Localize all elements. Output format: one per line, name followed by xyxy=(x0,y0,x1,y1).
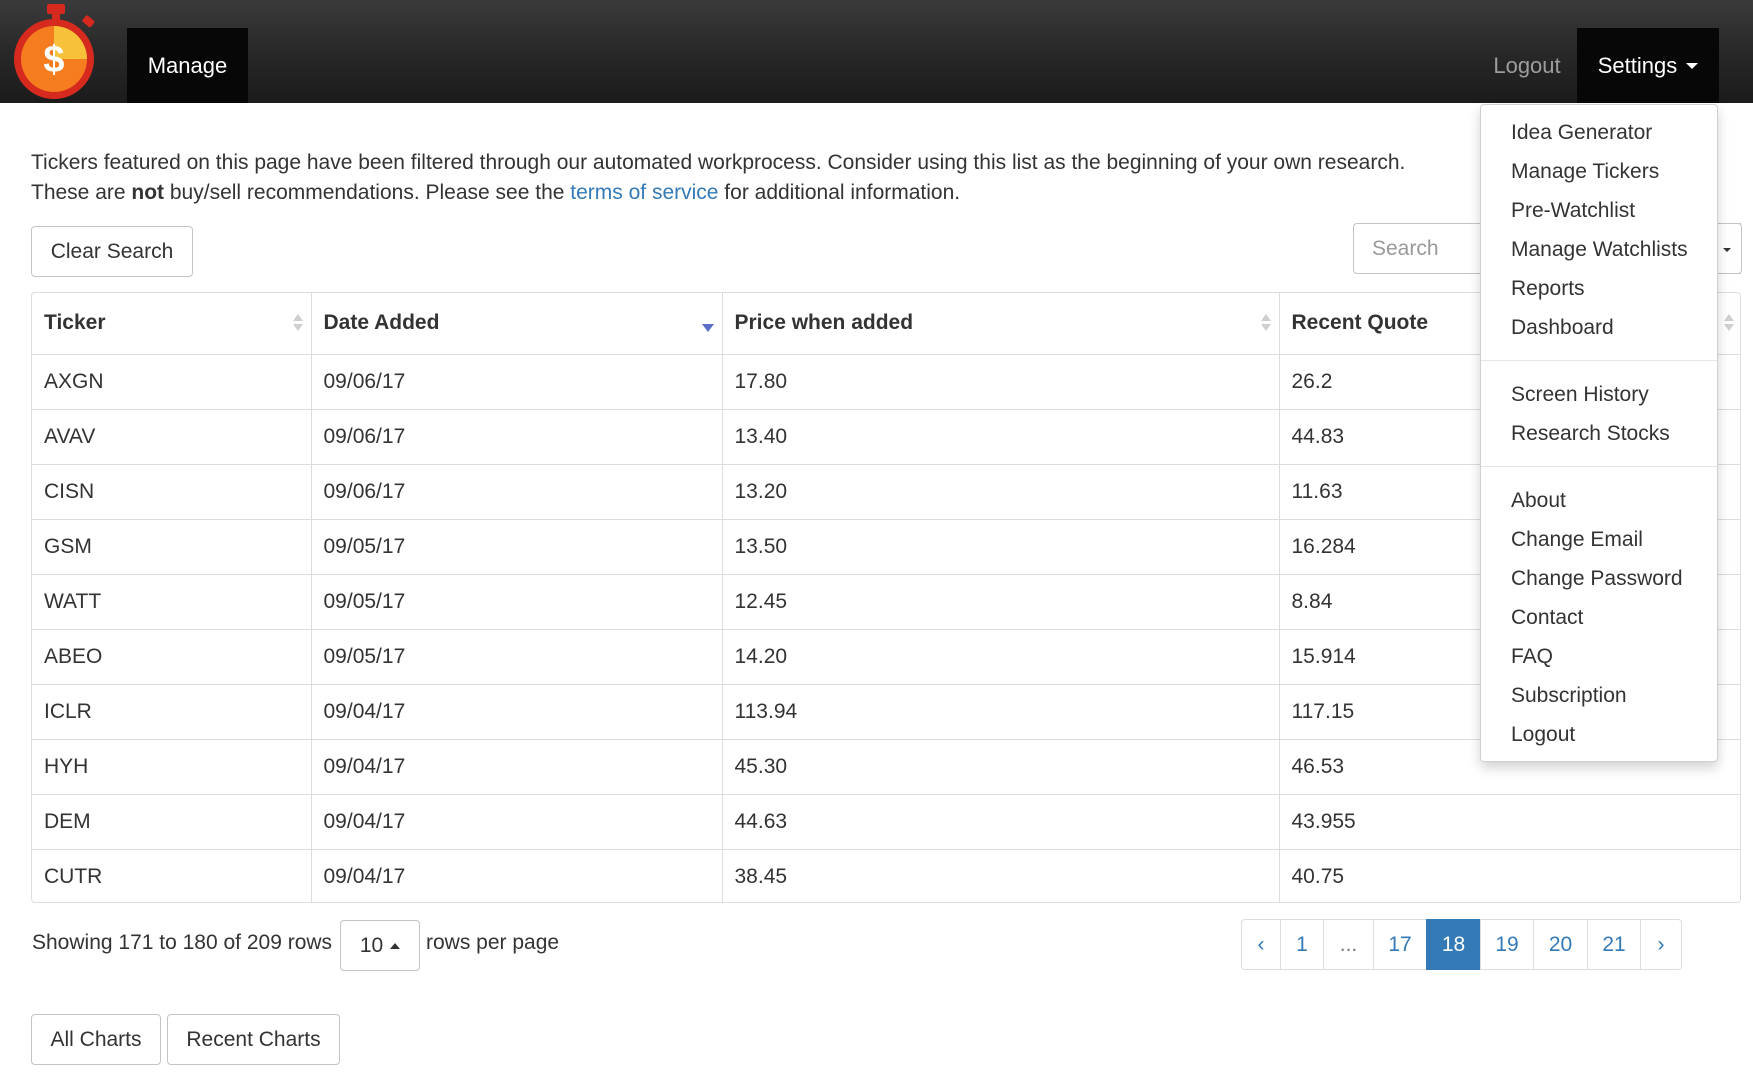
menu-item-screen-history[interactable]: Screen History xyxy=(1481,375,1717,414)
menu-item-contact[interactable]: Contact xyxy=(1481,598,1717,637)
pagination-page-19[interactable]: 19 xyxy=(1479,919,1535,970)
cell-ticker: GSM xyxy=(32,519,312,575)
all-charts-button[interactable]: All Charts xyxy=(31,1014,161,1065)
cell-recent-quote: 40.75 xyxy=(1291,864,1345,888)
pagination-prev-button[interactable]: ‹ xyxy=(1241,919,1281,970)
table-row: CUTR 09/04/17 38.45 40.75 xyxy=(32,849,1740,902)
intro-line-1: Tickers featured on this page have been … xyxy=(31,151,1406,174)
cell-price-when-added: 13.20 xyxy=(722,464,1280,520)
cell-price-when-added: 13.50 xyxy=(722,519,1280,575)
page-size-value: 10 xyxy=(359,933,384,957)
intro-disclaimer: Tickers featured on this page have been … xyxy=(31,148,1471,208)
page-size-dropdown[interactable]: 10 xyxy=(340,920,420,971)
cell-ticker: AXGN xyxy=(32,354,312,410)
sort-icon xyxy=(1260,314,1271,334)
pagination-next-button[interactable]: › xyxy=(1640,919,1682,970)
terms-of-service-link[interactable]: terms of service xyxy=(570,181,718,204)
cell-ticker: CUTR xyxy=(32,849,312,902)
stopwatch-dollar-logo-icon[interactable]: $ xyxy=(11,2,103,100)
sort-icon xyxy=(292,314,303,334)
cell-ticker: AVAV xyxy=(32,409,312,465)
nav-settings-label: Settings xyxy=(1597,52,1678,78)
rows-per-page-label: rows per page xyxy=(426,931,560,954)
cell-ticker: CISN xyxy=(32,464,312,520)
menu-item-logout[interactable]: Logout xyxy=(1481,715,1717,754)
menu-item-dashboard[interactable]: Dashboard xyxy=(1481,308,1717,347)
pagination-page-18[interactable]: 18 xyxy=(1426,919,1481,970)
column-header-price-when-added[interactable]: Price when added xyxy=(722,293,1280,355)
table-row: DEM 09/04/17 44.63 43.955 xyxy=(32,794,1740,850)
caret-up-icon xyxy=(390,942,401,949)
column-header-date-added[interactable]: Date Added xyxy=(311,293,723,355)
cell-date-added: 09/06/17 xyxy=(311,354,723,410)
intro-emphasis: not xyxy=(131,181,165,204)
cell-date-added: 09/05/17 xyxy=(311,629,723,685)
cell-date-added: 09/04/17 xyxy=(311,684,723,740)
sort-descending-icon xyxy=(701,324,714,332)
cell-ticker: HYH xyxy=(32,739,312,795)
cell-date-added: 09/06/17 xyxy=(311,409,723,465)
cell-date-added: 09/06/17 xyxy=(311,464,723,520)
nav-settings-dropdown-toggle[interactable]: Settings xyxy=(1577,28,1719,103)
cell-price-when-added: 44.63 xyxy=(722,794,1280,850)
menu-item-reports[interactable]: Reports xyxy=(1481,269,1717,308)
cell-date-added: 09/04/17 xyxy=(311,794,723,850)
cell-price-when-added: 113.94 xyxy=(722,684,1280,740)
menu-item-change-email[interactable]: Change Email xyxy=(1481,520,1717,559)
caret-down-icon xyxy=(1686,62,1699,69)
menu-item-manage-tickers[interactable]: Manage Tickers xyxy=(1481,152,1717,191)
cell-date-added: 09/04/17 xyxy=(311,739,723,795)
top-navbar: $ Manage Logout Settings xyxy=(0,0,1753,103)
menu-item-research-stocks[interactable]: Research Stocks xyxy=(1481,414,1717,453)
menu-item-change-password[interactable]: Change Password xyxy=(1481,559,1717,598)
menu-item-manage-watchlists[interactable]: Manage Watchlists xyxy=(1481,230,1717,269)
column-header-ticker[interactable]: Ticker xyxy=(32,293,312,355)
menu-item-idea-generator[interactable]: Idea Generator xyxy=(1481,113,1717,152)
menu-divider xyxy=(1481,360,1717,361)
logo-dollar-symbol: $ xyxy=(43,39,64,81)
menu-item-about[interactable]: About xyxy=(1481,481,1717,520)
menu-divider xyxy=(1481,466,1717,467)
clear-search-button[interactable]: Clear Search xyxy=(31,226,193,277)
pagination-info: Showing 171 to 180 of 209 rows xyxy=(32,931,333,954)
cell-date-added: 09/05/17 xyxy=(311,574,723,630)
pagination: ‹ 1... 17 18 19 20 21 › xyxy=(1241,919,1682,970)
settings-dropdown-menu: Idea Generator Manage Tickers Pre-Watchlis… xyxy=(1480,104,1718,762)
cell-ticker: ABEO xyxy=(32,629,312,685)
pagination-page-1[interactable]: 1 xyxy=(1279,919,1325,970)
cell-date-added: 09/05/17 xyxy=(311,519,723,575)
nav-logout-label: Logout xyxy=(1493,52,1561,78)
cell-ticker: ICLR xyxy=(32,684,312,740)
columns-toggle-button[interactable] xyxy=(1720,223,1742,274)
cell-price-when-added: 13.40 xyxy=(722,409,1280,465)
cell-price-when-added: 17.80 xyxy=(722,354,1280,410)
cell-ticker: DEM xyxy=(32,794,312,850)
menu-item-pre-watchlist[interactable]: Pre-Watchlist xyxy=(1481,191,1717,230)
cell-price-when-added: 38.45 xyxy=(722,849,1280,902)
pagination-page-17[interactable]: 17 xyxy=(1372,919,1428,970)
menu-item-subscription[interactable]: Subscription xyxy=(1481,676,1717,715)
cell-price-when-added: 14.20 xyxy=(722,629,1280,685)
pagination-ellipsis[interactable]: ... xyxy=(1323,919,1374,970)
cell-ticker: WATT xyxy=(32,574,312,630)
nav-manage-link[interactable]: Manage xyxy=(127,28,248,103)
nav-logout-link[interactable]: Logout xyxy=(1477,28,1577,103)
nav-manage-label: Manage xyxy=(147,52,228,78)
pagination-page-21[interactable]: 21 xyxy=(1586,919,1642,970)
cell-date-added: 09/04/17 xyxy=(311,849,723,902)
cell-price-when-added: 12.45 xyxy=(722,574,1280,630)
cell-price-when-added: 45.30 xyxy=(722,739,1280,795)
recent-charts-button[interactable]: Recent Charts xyxy=(167,1014,340,1065)
menu-item-faq[interactable]: FAQ xyxy=(1481,637,1717,676)
pagination-page-20[interactable]: 20 xyxy=(1533,919,1588,970)
cell-recent-quote: 43.955 xyxy=(1279,794,1740,850)
sort-icon xyxy=(1724,314,1734,334)
intro-line-2: These are not buy/sell recommendations. … xyxy=(31,181,961,204)
caret-down-icon xyxy=(1723,248,1731,252)
